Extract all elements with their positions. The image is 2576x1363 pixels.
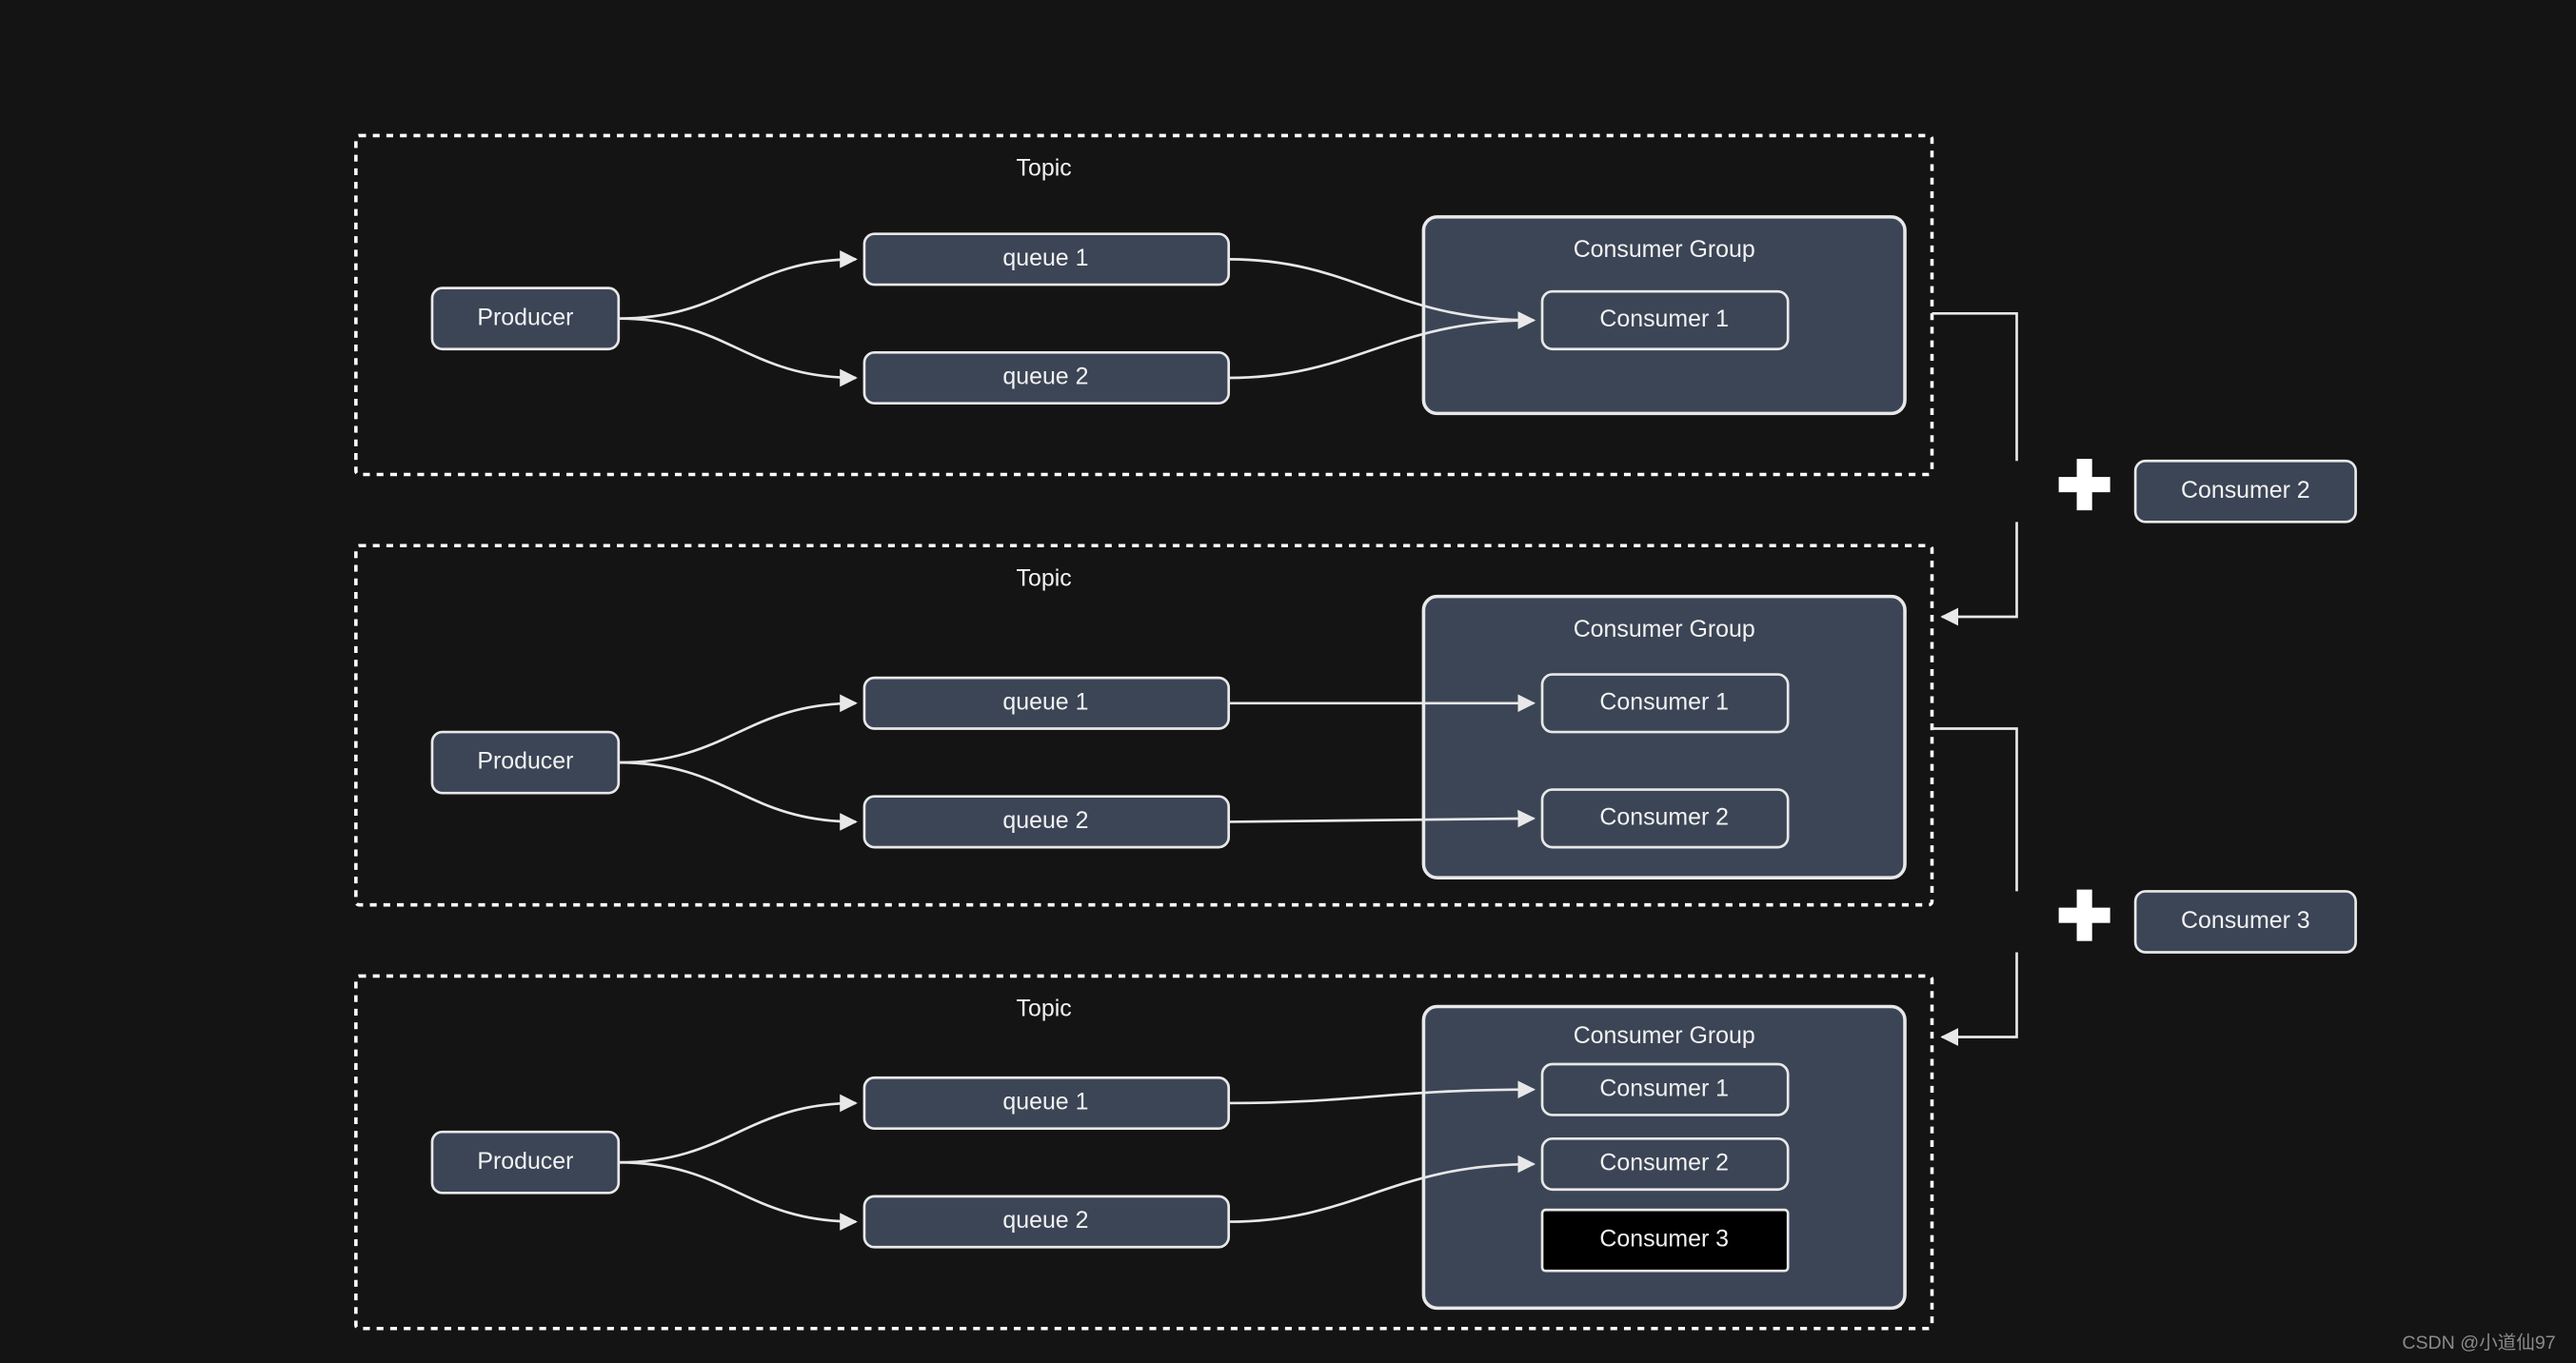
producer-label-3: Producer <box>477 1148 573 1175</box>
queue2-label-1: queue 2 <box>1002 364 1088 390</box>
topic-title-1: Topic <box>1017 155 1072 182</box>
conn-p-q1-3 <box>619 1103 856 1162</box>
add-consumer-3-block: ✚ Consumer 3 <box>1932 729 2355 1037</box>
consumer1-label-2: Consumer 1 <box>1599 688 1729 715</box>
queue1-label-2: queue 1 <box>1002 688 1088 715</box>
conn-p-q2-3 <box>619 1162 856 1221</box>
add-consumer-2-block: ✚ Consumer 2 <box>1932 313 2355 617</box>
queue1-label-1: queue 1 <box>1002 245 1088 271</box>
producer-label-2: Producer <box>477 748 573 775</box>
topic-panel-3: Topic Producer queue 1 queue 2 Consumer … <box>356 976 1932 1328</box>
consumer1-label-3: Consumer 1 <box>1599 1075 1729 1101</box>
queue2-label-3: queue 2 <box>1002 1207 1088 1234</box>
consumer-group-title-1: Consumer Group <box>1574 236 1755 263</box>
add-consumer2-label: Consumer 2 <box>2181 477 2310 504</box>
consumer-group-title-2: Consumer Group <box>1574 616 1755 642</box>
topic-panel-2: Topic Producer queue 1 queue 2 Consumer … <box>356 545 1932 904</box>
plus-icon: ✚ <box>2056 879 2113 955</box>
watermark: CSDN @小道仙97 <box>2402 1333 2555 1353</box>
conn-p-q1-2 <box>619 703 856 762</box>
conn-p-q2-1 <box>619 319 856 378</box>
consumer2-label-3: Consumer 2 <box>1599 1150 1729 1176</box>
consumer3-label-3: Consumer 3 <box>1599 1226 1729 1253</box>
consumer2-label-2: Consumer 2 <box>1599 803 1729 830</box>
bracket-bottom-1 <box>1942 522 2016 617</box>
topic-panel-1: Topic Producer queue 1 queue 2 Consumer … <box>356 135 1932 474</box>
add-consumer3-label: Consumer 3 <box>2181 907 2310 934</box>
conn-p-q1-1 <box>619 259 856 318</box>
bracket-top-2 <box>1932 729 2016 892</box>
plus-icon: ✚ <box>2056 449 2113 524</box>
bracket-bottom-2 <box>1942 953 2016 1037</box>
queue1-label-3: queue 1 <box>1002 1089 1088 1116</box>
producer-label-1: Producer <box>477 304 573 330</box>
conn-p-q2-2 <box>619 762 856 821</box>
consumer1-label-1: Consumer 1 <box>1599 306 1729 332</box>
topic-title-2: Topic <box>1017 564 1072 591</box>
topic-title-3: Topic <box>1017 996 1072 1022</box>
queue2-label-2: queue 2 <box>1002 807 1088 834</box>
consumer-group-title-3: Consumer Group <box>1574 1022 1755 1049</box>
bracket-top-1 <box>1932 313 2016 461</box>
